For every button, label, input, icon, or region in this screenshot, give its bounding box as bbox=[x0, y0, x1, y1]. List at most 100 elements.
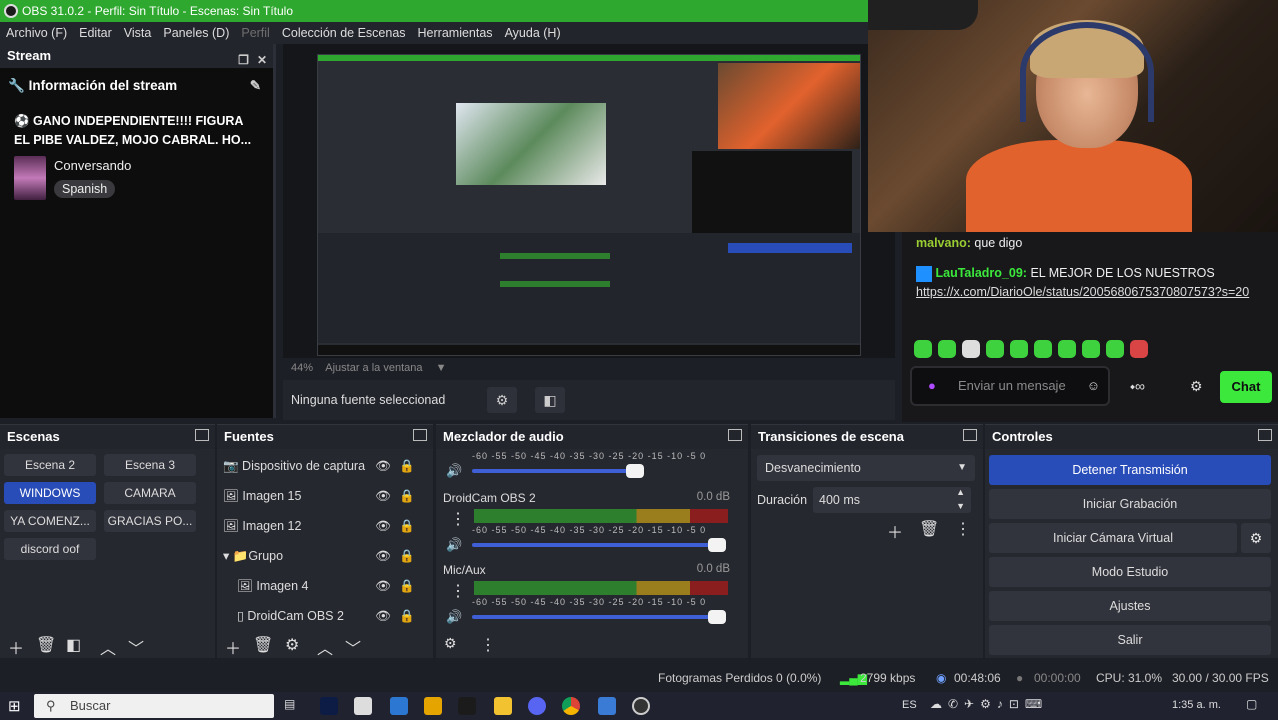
scene-ya-comenz[interactable]: YA COMENZ... bbox=[4, 510, 96, 532]
source-item[interactable]: ▾ 📁Grupo 👁 🔒 bbox=[223, 542, 423, 570]
task-view-icon[interactable]: ▤ bbox=[284, 697, 295, 711]
scene-escena-3[interactable]: Escena 3 bbox=[104, 454, 196, 476]
tray-icons[interactable]: ☁✆✈⚙♪⊡⌨ bbox=[930, 697, 1048, 711]
photoshop-icon[interactable] bbox=[320, 697, 338, 715]
app-icon[interactable] bbox=[424, 697, 442, 715]
menu-herramientas[interactable]: Herramientas bbox=[412, 22, 499, 44]
scene-windows[interactable]: WINDOWS bbox=[4, 482, 96, 504]
source-item[interactable]: 🖼 Imagen 4 👁 🔒 bbox=[223, 572, 423, 600]
speaker-icon[interactable]: 🔊 bbox=[446, 609, 462, 625]
app-icon[interactable] bbox=[390, 697, 408, 715]
lock-icon[interactable]: 🔒 bbox=[399, 482, 415, 510]
exit-button[interactable]: Salir bbox=[989, 625, 1271, 655]
add-icon[interactable]: ＋ bbox=[887, 519, 903, 543]
source-item[interactable]: 🖼 Imagen 12 👁 🔒 bbox=[223, 512, 423, 540]
menu-archivo[interactable]: Archivo (F) bbox=[0, 22, 73, 44]
file-explorer-icon[interactable] bbox=[494, 697, 512, 715]
slider-knob[interactable] bbox=[626, 464, 644, 478]
advanced-audio-gear-icon[interactable]: ⚙ bbox=[444, 635, 457, 652]
lock-icon[interactable]: 🔒 bbox=[399, 572, 415, 600]
trash-icon[interactable]: 🗑 bbox=[253, 635, 273, 655]
preview-area[interactable] bbox=[283, 44, 895, 360]
app-icon[interactable] bbox=[598, 697, 616, 715]
move-down-icon[interactable]: ﹀ bbox=[128, 635, 144, 659]
taskbar-search-input[interactable]: ⚲ Buscar bbox=[34, 694, 274, 718]
kebab-icon[interactable]: ⋮ bbox=[955, 519, 971, 539]
kebab-icon[interactable]: ⋮ bbox=[450, 509, 466, 529]
gear-icon[interactable]: ⚙ bbox=[285, 635, 299, 655]
source-item[interactable]: 📷 Dispositivo de captura 👁 🔒 bbox=[223, 452, 423, 480]
chat-username[interactable]: LauTaladro_09: bbox=[935, 266, 1026, 280]
eye-icon[interactable]: 👁 bbox=[375, 512, 391, 540]
notifications-icon[interactable]: ▢ bbox=[1246, 697, 1257, 711]
chat-link[interactable]: https://x.com/DiarioOle/status/200568067… bbox=[916, 285, 1249, 299]
eye-icon[interactable]: 👁 bbox=[375, 452, 391, 480]
float-dock-icon[interactable] bbox=[963, 429, 977, 441]
chat-username[interactable]: malvano: bbox=[916, 236, 971, 250]
start-virtual-camera-button[interactable]: Iniciar Cámara Virtual bbox=[989, 523, 1237, 553]
eye-icon[interactable]: 👁 bbox=[375, 482, 391, 510]
source-properties-gear-icon[interactable]: ⚙ bbox=[487, 387, 517, 413]
eye-icon[interactable]: 👁 bbox=[375, 602, 391, 630]
expand-caret-icon[interactable]: ▾ bbox=[223, 549, 233, 563]
bits-icon[interactable]: ⬩∞ bbox=[1130, 378, 1145, 395]
menu-coleccion[interactable]: Colección de Escenas bbox=[276, 22, 412, 44]
lock-icon[interactable]: 🔒 bbox=[399, 542, 415, 570]
volume-slider[interactable] bbox=[472, 464, 644, 478]
scene-escena-2[interactable]: Escena 2 bbox=[4, 454, 96, 476]
speaker-icon[interactable]: 🔊 bbox=[446, 463, 462, 479]
volume-slider[interactable] bbox=[472, 610, 726, 624]
scene-discord-oof[interactable]: discord oof bbox=[4, 538, 96, 560]
clock[interactable]: 1:35 a. m. bbox=[1172, 699, 1221, 711]
speaker-icon[interactable]: 🔊 bbox=[446, 537, 462, 553]
scene-camara[interactable]: CAMARA bbox=[104, 482, 196, 504]
settings-button[interactable]: Ajustes bbox=[989, 591, 1271, 621]
lock-icon[interactable]: 🔒 bbox=[399, 512, 415, 540]
move-up-icon[interactable]: ︿ bbox=[100, 635, 116, 659]
start-recording-button[interactable]: Iniciar Grabación bbox=[989, 489, 1271, 519]
windows-start-icon[interactable]: ⊞ bbox=[8, 697, 21, 715]
app-icon[interactable] bbox=[458, 697, 476, 715]
stop-streaming-button[interactable]: Detener Transmisión bbox=[989, 455, 1271, 485]
float-dock-icon[interactable] bbox=[1258, 429, 1272, 441]
duration-input[interactable]: 400 ms ▲ ▼ bbox=[813, 487, 971, 513]
scene-gracias[interactable]: GRACIAS PO... bbox=[104, 510, 196, 532]
trash-icon[interactable]: 🗑 bbox=[36, 635, 56, 655]
slider-knob[interactable] bbox=[708, 610, 726, 624]
menu-vista[interactable]: Vista bbox=[118, 22, 158, 44]
chat-settings-gear-icon[interactable]: ⚙ bbox=[1190, 378, 1203, 395]
slider-knob[interactable] bbox=[708, 538, 726, 552]
source-item[interactable]: 🖼 Imagen 15 👁 🔒 bbox=[223, 482, 423, 510]
kebab-icon[interactable]: ⋮ bbox=[450, 581, 466, 601]
obs-taskbar-icon[interactable] bbox=[632, 697, 650, 715]
volume-slider[interactable] bbox=[472, 538, 726, 552]
move-up-icon[interactable]: ︿ bbox=[317, 635, 333, 659]
add-icon[interactable]: ＋ bbox=[225, 635, 241, 659]
menu-editar[interactable]: Editar bbox=[73, 22, 118, 44]
move-down-icon[interactable]: ﹀ bbox=[345, 635, 361, 659]
filter-icon[interactable]: ◧ bbox=[66, 635, 81, 655]
lock-icon[interactable]: 🔒 bbox=[399, 452, 415, 480]
language-indicator[interactable]: ES bbox=[902, 699, 917, 711]
menu-paneles[interactable]: Paneles (D) bbox=[157, 22, 235, 44]
studio-mode-button[interactable]: Modo Estudio bbox=[989, 557, 1271, 587]
lock-icon[interactable]: 🔒 bbox=[399, 602, 415, 630]
source-item[interactable]: ▯ DroidCam OBS 2 👁 🔒 bbox=[223, 602, 423, 630]
calculator-icon[interactable] bbox=[354, 697, 372, 715]
transition-select[interactable]: Desvanecimiento ▼ bbox=[757, 455, 975, 481]
discord-icon[interactable] bbox=[528, 697, 546, 715]
eye-icon[interactable]: 👁 bbox=[375, 572, 391, 600]
chat-send-button[interactable]: Chat bbox=[1220, 371, 1272, 403]
chrome-icon[interactable] bbox=[562, 697, 580, 715]
add-icon[interactable]: ＋ bbox=[8, 635, 24, 659]
chat-message-input[interactable]: ● Enviar un mensaje ☺ bbox=[910, 366, 1110, 406]
menu-perfil[interactable]: Perfil bbox=[235, 22, 275, 44]
float-dock-icon[interactable] bbox=[413, 429, 427, 441]
menu-ayuda[interactable]: Ayuda (H) bbox=[499, 22, 567, 44]
fit-window-select[interactable]: Ajustar a la ventana bbox=[325, 362, 422, 374]
spinner-icon[interactable]: ▲ ▼ bbox=[956, 485, 965, 513]
mixer-menu-kebab-icon[interactable]: ⋮ bbox=[480, 635, 496, 655]
edit-pencil-icon[interactable]: ✎ bbox=[250, 78, 261, 94]
chevron-down-icon[interactable]: ▼ bbox=[436, 362, 447, 374]
virtual-camera-gear-icon[interactable]: ⚙ bbox=[1241, 523, 1271, 553]
